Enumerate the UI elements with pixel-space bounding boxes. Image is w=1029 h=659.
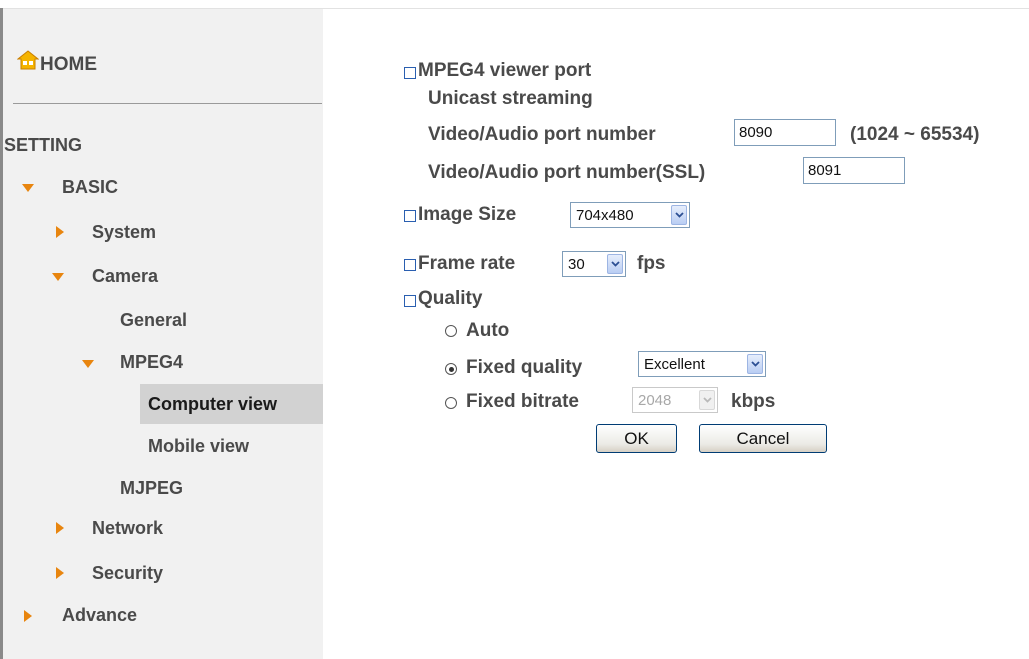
sidebar-item-mobile-view[interactable]: Mobile view: [148, 436, 249, 457]
sidebar-item-camera[interactable]: Camera: [92, 266, 158, 287]
sidebar-item-security[interactable]: Security: [92, 563, 163, 584]
chevron-down-icon: [699, 390, 715, 410]
chevron-down-icon: [671, 205, 687, 225]
auto-label: Auto: [466, 320, 510, 341]
port-number-label: Video/Audio port number: [428, 124, 656, 145]
fixed-bitrate-label: Fixed bitrate: [466, 391, 579, 412]
frame-rate-label: Frame rate: [418, 253, 516, 274]
image-size-value: 704x480: [576, 206, 634, 224]
sidebar-item-network[interactable]: Network: [92, 518, 163, 539]
ssl-port-number-label: Video/Audio port number(SSL): [428, 162, 706, 183]
fixed-bitrate-select[interactable]: 2048: [632, 387, 718, 413]
sidebar-item-mjpeg[interactable]: MJPEG: [120, 478, 183, 499]
section-bullet-icon: [404, 259, 416, 271]
section-bullet-icon: [404, 295, 416, 307]
caret-right-icon: [24, 610, 32, 622]
caret-down-icon: [52, 273, 64, 281]
viewer-port-title: MPEG4 viewer port: [418, 60, 592, 81]
cancel-button[interactable]: Cancel: [699, 424, 827, 453]
caret-down-icon: [82, 360, 94, 368]
frame-rate-select[interactable]: 30: [562, 251, 626, 277]
port-number-input[interactable]: 8090: [734, 119, 836, 146]
sidebar-item-system[interactable]: System: [92, 222, 156, 243]
fps-unit: fps: [637, 253, 666, 274]
section-bullet-icon: [404, 210, 416, 222]
sidebar-item-general[interactable]: General: [120, 310, 187, 331]
sidebar: [3, 9, 323, 659]
sidebar-item-mpeg4[interactable]: MPEG4: [120, 352, 183, 373]
kbps-unit: kbps: [731, 391, 776, 412]
fixed-quality-label: Fixed quality: [466, 357, 583, 378]
sidebar-item-advance[interactable]: Advance: [62, 605, 137, 626]
image-size-label: Image Size: [418, 204, 517, 225]
caret-right-icon: [56, 226, 64, 238]
ssl-port-number-input[interactable]: 8091: [803, 157, 905, 184]
image-size-select[interactable]: 704x480: [570, 202, 690, 228]
sidebar-item-basic[interactable]: BASIC: [62, 177, 118, 198]
frame-rate-value: 30: [568, 255, 585, 273]
sidebar-item-home[interactable]: HOME: [40, 54, 97, 76]
port-range-hint: (1024 ~ 65534): [850, 124, 980, 145]
quality-label: Quality: [418, 288, 483, 309]
caret-right-icon: [56, 522, 64, 534]
unicast-streaming-label: Unicast streaming: [428, 88, 593, 109]
section-bullet-icon: [404, 67, 416, 79]
fixed-quality-select[interactable]: Excellent: [638, 351, 766, 377]
auto-radio[interactable]: [445, 325, 457, 337]
home-icon: [17, 50, 39, 70]
sidebar-heading-setting: SETTING: [4, 135, 83, 155]
fixed-quality-value: Excellent: [644, 355, 705, 373]
chevron-down-icon: [747, 354, 763, 374]
fixed-quality-radio[interactable]: [445, 363, 457, 375]
caret-right-icon: [56, 567, 64, 579]
caret-down-icon: [22, 184, 34, 192]
fixed-bitrate-radio[interactable]: [445, 397, 457, 409]
fixed-bitrate-value: 2048: [638, 391, 672, 409]
ok-button[interactable]: OK: [596, 424, 677, 453]
sidebar-item-computer-view[interactable]: Computer view: [148, 394, 277, 415]
sidebar-divider: [13, 103, 322, 104]
radio-selected-dot: [448, 366, 454, 372]
chevron-down-icon: [607, 254, 623, 274]
